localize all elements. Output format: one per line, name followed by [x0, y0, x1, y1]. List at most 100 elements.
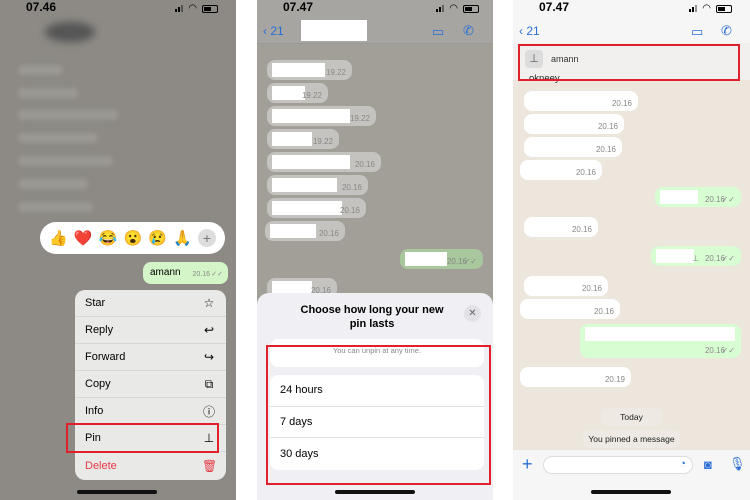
message-time: 20.16	[597, 122, 618, 131]
pinned-chat-screen: 20.16 20.16 20.16 20.16 ✓✓ 20.16 20.16 ✓✓ 20.16 ⊥…	[513, 0, 750, 500]
menu-item-copy[interactable]: Copy ⧉	[75, 371, 226, 398]
menu-item-star[interactable]: Star ☆	[75, 290, 226, 317]
reaction-heart[interactable]: ❤️	[74, 229, 93, 247]
reaction-surprised[interactable]: 😮	[124, 229, 143, 247]
chevron-left-icon: ‹	[519, 24, 523, 38]
signal-icon	[436, 5, 445, 12]
menu-item-delete[interactable]: Delete 🗑	[75, 452, 226, 479]
home-indicator	[77, 490, 157, 494]
status-time: 07.47	[539, 0, 570, 14]
incoming-message[interactable]: 20.16	[524, 114, 624, 134]
redacted-text	[529, 279, 569, 293]
incoming-message[interactable]: 20.16	[524, 217, 598, 237]
menu-label: Info	[85, 405, 104, 417]
incoming-message[interactable]: 20.16	[267, 198, 366, 218]
plus-icon[interactable]: +	[522, 454, 533, 475]
wifi-icon: ◠	[449, 3, 458, 14]
selected-message[interactable]: amann 20.16 ✓✓	[143, 262, 228, 284]
battery-icon	[716, 4, 732, 13]
more-reactions-button[interactable]: +	[197, 229, 216, 247]
message-time: 20.16	[354, 160, 375, 169]
close-button[interactable]: ✕	[464, 305, 481, 322]
message-time: 19.22	[349, 114, 370, 123]
menu-label: Forward	[85, 351, 126, 363]
outgoing-message[interactable]: ✓✓ 20.16	[580, 324, 741, 358]
message-time: 20.16	[704, 195, 725, 204]
outgoing-message[interactable]: ✓✓ 20.16	[400, 249, 483, 269]
message-time: 20.16	[446, 257, 467, 266]
status-time: 07.46	[26, 0, 57, 14]
phone-call-icon[interactable]: ✆	[463, 23, 474, 39]
sheet-title: Choose how long your new pin lasts	[300, 304, 444, 330]
read-ticks-icon: ✓✓	[211, 271, 223, 278]
menu-label: Copy	[85, 378, 111, 390]
message-time: 20.16	[595, 145, 616, 154]
sticker-icon[interactable]: ◔	[679, 458, 686, 470]
message-context-menu-screen: 07.46 ◠ 👍 ❤️ 😂 😮 😢 🙏 + amann 20.16 ✓✓ St…	[0, 0, 236, 500]
microphone-icon[interactable]: 🎙	[729, 456, 746, 472]
incoming-message[interactable]: 20.16	[524, 91, 638, 111]
incoming-message[interactable]: 19.22	[267, 129, 339, 149]
reaction-laugh[interactable]: 😂	[99, 229, 118, 247]
message-time: 20.16	[581, 284, 602, 293]
redacted-text	[656, 249, 694, 263]
message-text: amann	[150, 267, 181, 278]
outgoing-message[interactable]: ✓✓ 20.16	[655, 187, 741, 207]
message-time: 20.16	[611, 99, 632, 108]
unread-count: 21	[270, 24, 284, 38]
redacted-text	[272, 201, 342, 215]
message-time: 20.16	[704, 254, 725, 263]
message-time: 20.16	[339, 206, 360, 215]
unread-count: 21	[526, 24, 540, 38]
reaction-pray[interactable]: 🙏	[173, 229, 192, 247]
redacted-text	[529, 94, 599, 108]
outgoing-message[interactable]: ✓✓ 20.16 ⊥	[651, 246, 741, 266]
incoming-message[interactable]: 19.22	[267, 83, 328, 103]
reaction-crying[interactable]: 😢	[148, 229, 167, 247]
highlight-box	[518, 44, 740, 81]
reaction-bar: 👍 ❤️ 😂 😮 😢 🙏 +	[40, 222, 225, 254]
redacted-text	[529, 220, 559, 234]
video-call-icon[interactable]: ▭	[691, 24, 703, 40]
back-button[interactable]: ‹ 21	[263, 24, 284, 38]
incoming-message[interactable]: 20.16	[524, 137, 622, 157]
camera-icon[interactable]: ◙	[704, 457, 712, 472]
message-input[interactable]: ◔	[543, 456, 693, 474]
menu-item-forward[interactable]: Forward ↪	[75, 344, 226, 371]
incoming-message[interactable]: 20.16	[265, 221, 345, 241]
message-time: 20.16	[318, 229, 339, 238]
message-time: 20.16	[192, 271, 210, 278]
highlight-box	[266, 345, 491, 485]
redacted-text	[272, 86, 305, 100]
incoming-message[interactable]: 20.16	[267, 175, 368, 195]
system-message: You pinned a message	[583, 430, 680, 448]
redacted-text	[585, 327, 735, 341]
phone-call-icon[interactable]: ✆	[721, 23, 732, 39]
video-call-icon[interactable]: ▭	[432, 24, 444, 40]
redacted-text	[272, 155, 350, 169]
signal-icon	[175, 5, 184, 12]
incoming-message[interactable]: 19.22	[267, 106, 376, 126]
menu-label: Star	[85, 297, 106, 309]
incoming-message[interactable]: 20.16	[520, 160, 602, 180]
contact-name-redacted[interactable]	[301, 20, 367, 41]
home-indicator	[335, 490, 415, 494]
signal-icon	[689, 5, 698, 12]
incoming-message[interactable]: 20.16	[524, 276, 608, 296]
menu-item-info[interactable]: Info ⓘ	[75, 398, 226, 425]
incoming-message[interactable]: 19.22	[267, 60, 352, 80]
incoming-message[interactable]: 20.16	[520, 299, 620, 319]
menu-item-reply[interactable]: Reply ↩	[75, 317, 226, 344]
forward-icon: ↪	[203, 350, 215, 364]
redacted-text	[272, 109, 350, 123]
redacted-text	[270, 224, 316, 238]
message-time: 20.16	[571, 225, 592, 234]
incoming-message[interactable]: 20.19	[520, 367, 631, 387]
message-time: 19.22	[312, 137, 333, 146]
wifi-icon: ◠	[188, 3, 197, 14]
message-time: 20.16	[704, 346, 725, 355]
reaction-thumbs-up[interactable]: 👍	[49, 229, 68, 247]
redacted-text	[525, 302, 585, 316]
incoming-message[interactable]: 20.16	[267, 152, 381, 172]
back-button[interactable]: ‹ 21	[519, 24, 540, 38]
